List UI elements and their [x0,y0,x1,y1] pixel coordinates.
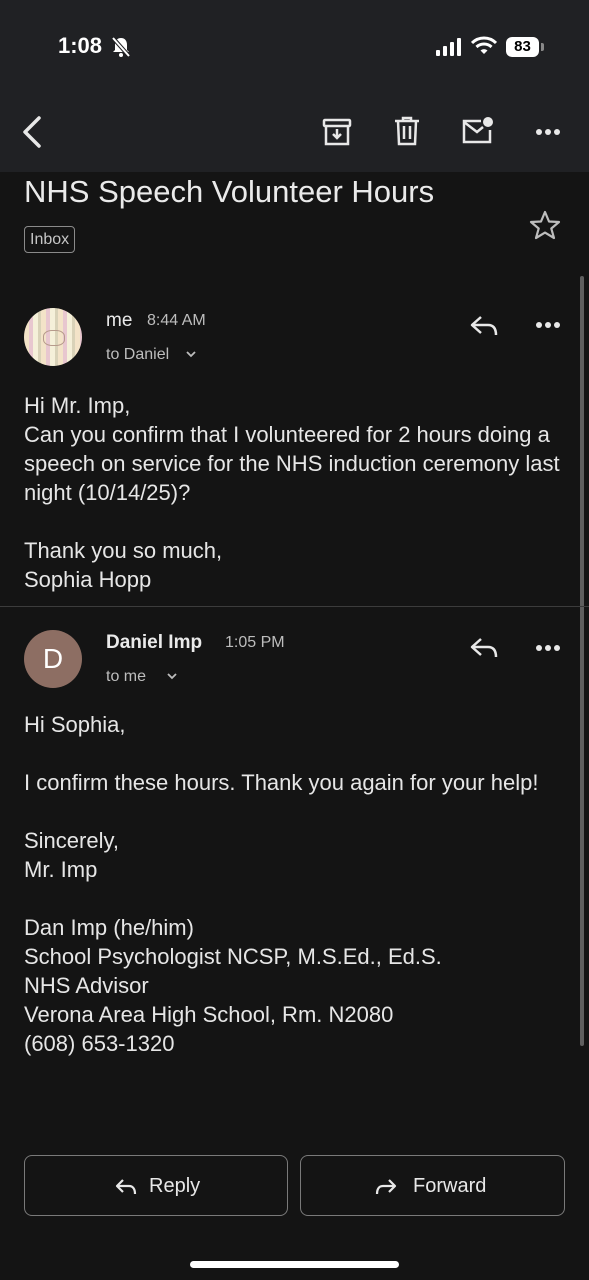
home-indicator[interactable] [190,1261,399,1268]
mark-unread-icon[interactable] [461,116,495,146]
battery-tip [541,43,544,51]
reply-icon[interactable] [469,635,499,661]
more-options-icon[interactable] [535,128,561,136]
status-time: 1:08 [58,33,103,58]
archive-icon[interactable] [322,117,352,147]
trash-icon[interactable] [394,116,420,146]
recipient-dropdown[interactable]: to Daniel [106,346,169,364]
message-time: 8:44 AM [147,312,206,329]
message-more-icon[interactable] [535,644,561,652]
scrollbar[interactable] [580,276,584,1046]
forward-button[interactable]: Forward [300,1155,565,1216]
email-subject: NHS Speech Volunteer Hours [24,174,435,209]
inbox-label-chip[interactable]: Inbox [24,226,76,253]
chevron-down-icon[interactable] [185,349,197,359]
reply-icon[interactable] [469,313,499,339]
reply-icon [115,1179,137,1195]
top-app-bar [0,0,589,172]
message-time: 1:05 PM [225,634,285,651]
silent-bell-icon [111,36,131,58]
message-body: Hi Sophia, I confirm these hours. Thank … [24,712,539,1056]
forward-icon [375,1179,397,1195]
reply-button[interactable]: Reply [24,1155,288,1216]
recipient-dropdown[interactable]: to me [106,668,146,686]
forward-label: Forward [413,1175,487,1197]
sender-name: Daniel Imp [106,632,203,653]
message-divider [0,606,589,607]
reply-label: Reply [149,1175,201,1197]
back-arrow-icon[interactable] [20,115,44,149]
message-more-icon[interactable] [535,321,561,329]
sender-name: me [106,310,133,331]
message-body: Hi Mr. Imp, Can you confirm that I volun… [24,393,560,592]
battery-indicator: 83 [506,37,539,57]
star-icon[interactable] [529,210,561,240]
wifi-icon [471,36,497,54]
chevron-down-icon[interactable] [166,671,178,681]
avatar [24,308,82,366]
avatar: D [24,630,82,688]
cellular-signal-icon [436,38,461,56]
